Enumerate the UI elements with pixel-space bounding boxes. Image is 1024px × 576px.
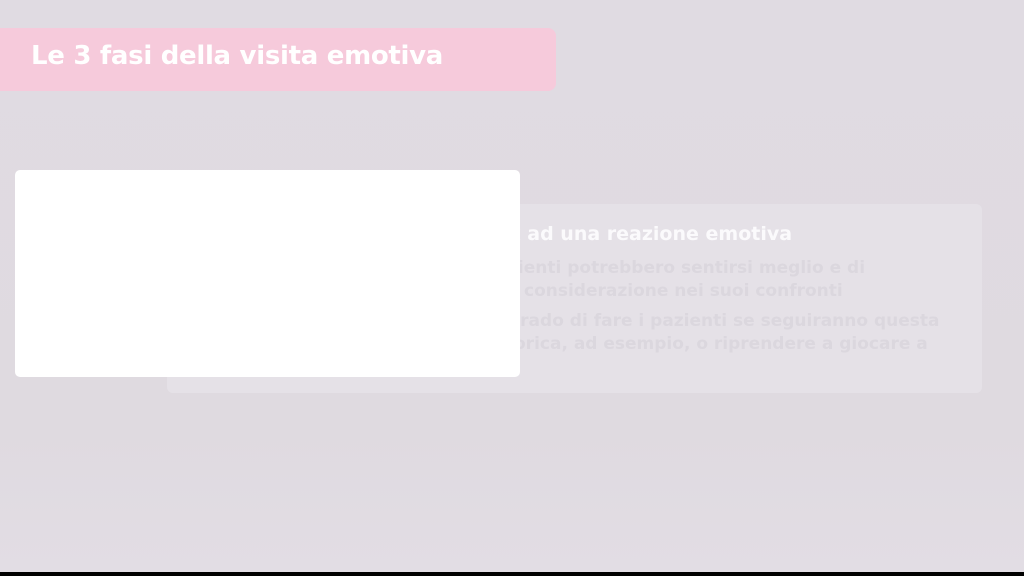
- slide-title: Le 3 fasi della visita emotiva: [31, 41, 444, 71]
- card-text-line: considerazione nei suoi confronti: [524, 281, 843, 301]
- card-text-line: orica, ad esempio, o riprendere a giocar…: [514, 334, 928, 354]
- card-text-line: zienti potrebbero sentirsi meglio e di: [508, 258, 866, 278]
- white-overlay-panel: [15, 170, 520, 377]
- presentation-slide: Le 3 fasi della visita emotiva vx ad una…: [0, 0, 1024, 572]
- card-heading: vx ad una reazione emotiva: [496, 223, 793, 245]
- card-text-line: grado di fare i pazienti se seguiranno q…: [508, 311, 940, 331]
